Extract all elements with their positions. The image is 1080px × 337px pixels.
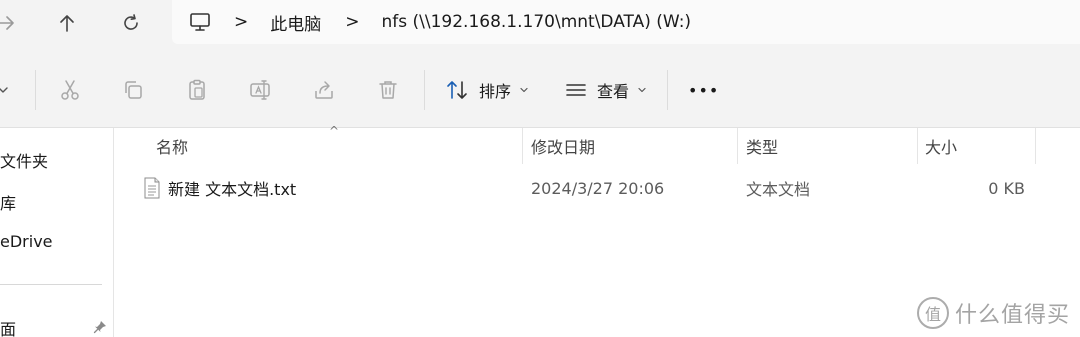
sidebar-item-label: eDrive	[0, 232, 53, 251]
arrow-right-icon	[0, 16, 14, 30]
sidebar-item-label: 库	[0, 194, 17, 213]
column-divider[interactable]	[737, 128, 738, 164]
paste-button[interactable]	[179, 72, 215, 108]
chevron-down-icon	[520, 87, 528, 93]
refresh-button[interactable]	[111, 6, 151, 40]
address-row: > 此电脑 > nfs (\\192.168.1.170\mnt\DATA) (…	[0, 0, 1080, 50]
more-icon: •••	[688, 80, 720, 100]
sidebar-item-desktop[interactable]: 面	[0, 316, 16, 337]
column-header-label: 名称	[156, 138, 189, 157]
column-header-label: 类型	[746, 138, 779, 157]
column-header-name[interactable]: 名称	[156, 128, 522, 164]
sidebar-item-label: 文件夹	[0, 152, 49, 171]
sidebar-item-folders[interactable]: 文件夹	[0, 148, 48, 172]
sidebar-item-onedrive[interactable]: eDrive	[0, 232, 53, 251]
breadcrumb-label: nfs (\\192.168.1.170\mnt\DATA) (W:)	[381, 12, 692, 32]
toolbar-divider	[424, 70, 425, 110]
back-button[interactable]	[0, 6, 26, 40]
sidebar-item-label: 面	[0, 320, 17, 337]
file-name-cell: 新建 文本文档.txt	[143, 172, 296, 204]
breadcrumb-separator-icon[interactable]: >	[234, 12, 248, 32]
toolbar-divider	[35, 70, 36, 110]
column-header-label: 修改日期	[531, 138, 596, 157]
column-header-modified[interactable]: 修改日期	[531, 128, 737, 164]
file-size: 0 KB	[988, 178, 1025, 198]
breadcrumb-label: 此电脑	[270, 14, 322, 35]
column-header-type[interactable]: 类型	[746, 128, 917, 164]
watermark-text: 什么值得买	[954, 303, 1070, 328]
sort-button[interactable]: 排序	[445, 72, 529, 108]
share-icon	[315, 81, 333, 99]
up-button[interactable]	[47, 6, 87, 40]
toolbar-divider	[667, 70, 668, 110]
view-lines-icon	[566, 84, 586, 96]
navigation-pane: 文件夹 库 eDrive 面	[0, 128, 114, 337]
file-explorer-window: > 此电脑 > nfs (\\192.168.1.170\mnt\DATA) (…	[0, 0, 1080, 337]
address-computer[interactable]	[188, 0, 212, 44]
file-type: 文本文档	[746, 180, 811, 199]
watermark-logo: 值	[916, 297, 949, 329]
column-header-size[interactable]: 大小	[925, 128, 1035, 164]
sort-icon	[447, 81, 467, 99]
file-row[interactable]: 新建 文本文档.txt 2024/3/27 20:06 文本文档 0 KB	[115, 172, 1080, 204]
sort-label: 排序	[479, 82, 512, 101]
arrow-up-icon	[60, 15, 74, 32]
rename-icon	[250, 80, 270, 100]
address-bar[interactable]: > 此电脑 > nfs (\\192.168.1.170\mnt\DATA) (…	[172, 0, 1080, 44]
pin-icon[interactable]	[92, 319, 108, 335]
column-divider[interactable]	[1035, 128, 1036, 164]
more-options-button[interactable]: •••	[688, 72, 719, 108]
column-divider[interactable]	[917, 128, 918, 164]
refresh-icon	[124, 14, 138, 30]
copy-icon	[125, 81, 142, 99]
chevron-down-icon	[638, 87, 646, 93]
delete-button[interactable]	[370, 72, 406, 108]
clipboard-icon	[189, 79, 205, 100]
copy-button[interactable]	[115, 72, 151, 108]
rename-button[interactable]	[242, 72, 278, 108]
column-header-label: 大小	[925, 138, 958, 157]
sidebar-divider	[0, 284, 102, 285]
file-modified: 2024/3/27 20:06	[531, 178, 665, 198]
breadcrumb-separator-icon[interactable]: >	[345, 12, 359, 32]
trash-icon	[379, 81, 397, 99]
file-name: 新建 文本文档.txt	[168, 180, 297, 199]
breadcrumb-this-pc[interactable]: 此电脑	[270, 0, 321, 44]
sidebar-item-libraries[interactable]: 库	[0, 190, 16, 214]
share-button[interactable]	[306, 72, 342, 108]
new-dropdown-button[interactable]	[0, 72, 16, 108]
watermark: 值 什么值得买	[916, 297, 1070, 329]
text-file-icon	[144, 177, 160, 199]
cut-button[interactable]	[52, 72, 88, 108]
scissors-icon	[61, 80, 79, 100]
command-bar: 排序 查看 •••	[0, 50, 1080, 128]
watermark-logo-glyph: 值	[924, 305, 941, 324]
column-divider[interactable]	[522, 128, 523, 164]
view-label: 查看	[597, 82, 630, 101]
monitor-icon	[190, 13, 210, 31]
chevron-down-icon	[0, 87, 8, 93]
breadcrumb-nfs-drive[interactable]: nfs (\\192.168.1.170\mnt\DATA) (W:)	[382, 0, 692, 44]
view-button[interactable]: 查看	[565, 72, 647, 108]
